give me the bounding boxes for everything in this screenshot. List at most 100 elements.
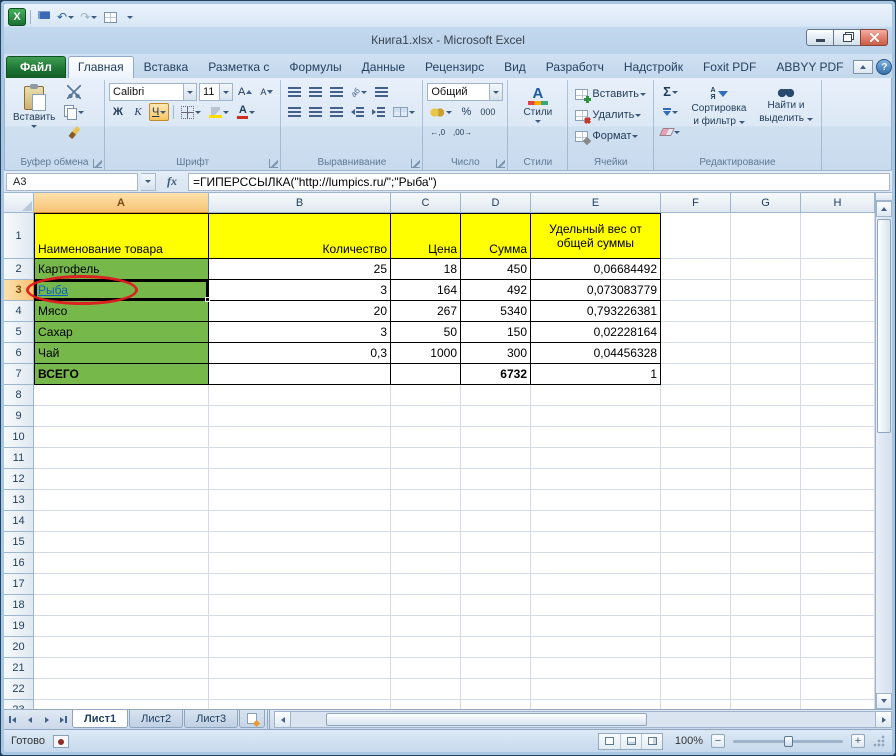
qat-table-button[interactable] <box>101 8 119 26</box>
font-name-dropdown[interactable] <box>183 84 196 100</box>
zoom-out-button[interactable]: − <box>711 734 725 748</box>
row-header-18[interactable]: 18 <box>4 595 34 616</box>
accounting-format-button[interactable] <box>427 103 455 121</box>
cell-A8[interactable] <box>34 385 209 406</box>
cell-E2[interactable]: 0,06684492 <box>531 259 661 280</box>
row-header-14[interactable]: 14 <box>4 511 34 532</box>
ribbon-tab-file[interactable]: Файл <box>6 56 66 78</box>
column-header-E[interactable]: E <box>531 193 661 213</box>
styles-button[interactable]: А Стили <box>519 83 556 126</box>
cell-H3[interactable] <box>801 280 875 301</box>
cell-H7[interactable] <box>801 364 875 385</box>
restore-button[interactable] <box>833 29 861 46</box>
decrease-indent-button[interactable] <box>348 103 367 121</box>
cell-F16[interactable] <box>661 553 731 574</box>
cell-A21[interactable] <box>34 658 209 679</box>
row-header-12[interactable]: 12 <box>4 469 34 490</box>
cell-D12[interactable] <box>461 469 531 490</box>
cell-G9[interactable] <box>731 406 801 427</box>
cell-G7[interactable] <box>731 364 801 385</box>
cell-B19[interactable] <box>209 616 391 637</box>
column-header-C[interactable]: C <box>391 193 461 213</box>
ribbon-tab-Вставка[interactable]: Вставка <box>134 56 199 78</box>
cell-H15[interactable] <box>801 532 875 553</box>
cell-E7[interactable]: 1 <box>531 364 661 385</box>
cell-D5[interactable]: 150 <box>461 322 531 343</box>
row-header-9[interactable]: 9 <box>4 406 34 427</box>
cell-D4[interactable]: 5340 <box>461 301 531 322</box>
merge-center-button[interactable] <box>390 103 418 121</box>
cell-E12[interactable] <box>531 469 661 490</box>
cell-F6[interactable] <box>661 343 731 364</box>
format-painter-button[interactable] <box>61 123 87 141</box>
ribbon-tab-Рецензирс[interactable]: Рецензирс <box>415 56 494 78</box>
align-right-button[interactable] <box>327 103 346 121</box>
collapse-ribbon-button[interactable] <box>853 60 874 74</box>
cell-A20[interactable] <box>34 637 209 658</box>
cell-A19[interactable] <box>34 616 209 637</box>
page-break-view-button[interactable] <box>641 733 662 749</box>
zoom-in-button[interactable]: + <box>851 734 865 748</box>
cell-A17[interactable] <box>34 574 209 595</box>
row-header-16[interactable]: 16 <box>4 553 34 574</box>
font-dialog-launcher[interactable] <box>269 159 279 168</box>
resize-grip[interactable] <box>873 735 885 747</box>
sheet-tab-Лист1[interactable]: Лист1 <box>72 710 129 728</box>
cell-A9[interactable] <box>34 406 209 427</box>
cell-C20[interactable] <box>391 637 461 658</box>
cell-F19[interactable] <box>661 616 731 637</box>
cell-C18[interactable] <box>391 595 461 616</box>
cell-C22[interactable] <box>391 679 461 700</box>
cell-A5[interactable]: Сахар <box>34 322 209 343</box>
cell-G16[interactable] <box>731 553 801 574</box>
clipboard-dialog-launcher[interactable] <box>93 159 102 168</box>
cell-C3[interactable]: 164 <box>391 280 461 301</box>
cell-G11[interactable] <box>731 448 801 469</box>
underline-button[interactable]: Ч <box>149 103 170 121</box>
cell-D11[interactable] <box>461 448 531 469</box>
cell-A12[interactable] <box>34 469 209 490</box>
delete-cells-button[interactable]: Удалить <box>572 106 649 124</box>
cell-F12[interactable] <box>661 469 731 490</box>
cell-E10[interactable] <box>531 427 661 448</box>
cell-E11[interactable] <box>531 448 661 469</box>
cell-C7[interactable] <box>391 364 461 385</box>
normal-view-button[interactable] <box>599 733 620 749</box>
excel-app-icon[interactable]: X <box>8 8 26 26</box>
cell-H20[interactable] <box>801 637 875 658</box>
cell-B16[interactable] <box>209 553 391 574</box>
row-header-17[interactable]: 17 <box>4 574 34 595</box>
bold-button[interactable]: Ж <box>109 103 127 121</box>
italic-button[interactable]: К <box>129 103 147 121</box>
zoom-level-label[interactable]: 100% <box>671 735 703 747</box>
row-header-13[interactable]: 13 <box>4 490 34 511</box>
prev-sheet-button[interactable] <box>21 710 38 729</box>
cell-G8[interactable] <box>731 385 801 406</box>
cell-H11[interactable] <box>801 448 875 469</box>
cell-D20[interactable] <box>461 637 531 658</box>
cell-F20[interactable] <box>661 637 731 658</box>
cell-B10[interactable] <box>209 427 391 448</box>
help-button[interactable]: ? <box>876 59 893 75</box>
column-header-F[interactable]: F <box>661 193 731 213</box>
clear-button[interactable] <box>658 123 683 141</box>
ribbon-tab-Foxit PDF[interactable]: Foxit PDF <box>693 56 766 78</box>
cell-C5[interactable]: 50 <box>391 322 461 343</box>
cell-A22[interactable] <box>34 679 209 700</box>
sort-filter-button[interactable]: Сортировка и фильтр <box>685 83 753 130</box>
cell-F13[interactable] <box>661 490 731 511</box>
fill-button[interactable] <box>658 103 683 121</box>
cell-B4[interactable]: 20 <box>209 301 391 322</box>
undo-button[interactable]: ↶ <box>55 8 76 26</box>
cell-C9[interactable] <box>391 406 461 427</box>
cell-G22[interactable] <box>731 679 801 700</box>
sheet-tab-Лист2[interactable]: Лист2 <box>129 710 184 728</box>
cell-D7[interactable]: 6732 <box>461 364 531 385</box>
cell-C11[interactable] <box>391 448 461 469</box>
cell-D23[interactable] <box>461 700 531 709</box>
cell-B6[interactable]: 0,3 <box>209 343 391 364</box>
cell-E1[interactable]: Удельный вес от общей суммы <box>531 213 661 259</box>
number-format-dropdown[interactable] <box>489 84 503 100</box>
cell-D13[interactable] <box>461 490 531 511</box>
align-center-button[interactable] <box>306 103 325 121</box>
